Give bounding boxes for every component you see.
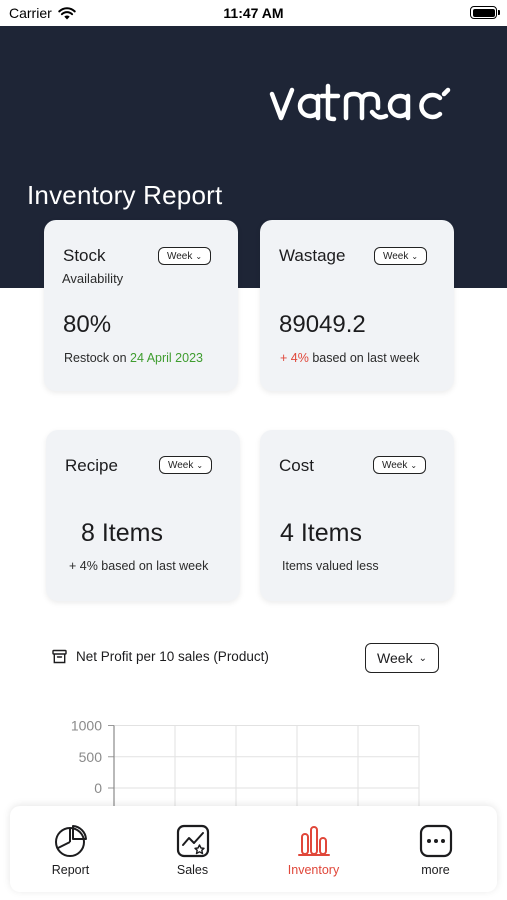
stock-card-subtitle: Availability [62, 271, 124, 286]
recipe-note: + 4% based on last week [69, 559, 209, 573]
chart-y-tick-label: 0 [94, 780, 102, 796]
cost-card[interactable]: Cost Week ⌄ 4 Items Items valued less [260, 430, 454, 601]
stock-card-title: Stock [63, 246, 106, 265]
tab-sales-label: Sales [176, 863, 209, 877]
battery-tip [498, 10, 500, 15]
stock-period-label: Week [166, 250, 193, 262]
archive-box-icon [52, 649, 67, 664]
tab-inventory-label: Inventory [287, 863, 340, 877]
stock-value: 80% [63, 311, 112, 338]
wastage-period-dropdown[interactable]: Week ⌄ [374, 247, 427, 265]
chart-y-tick-label: 500 [79, 749, 103, 765]
chevron-down-icon: ⌄ [195, 251, 203, 261]
tab-report-label: Report [51, 863, 90, 877]
battery-level [472, 8, 495, 17]
chevron-down-icon: ⌄ [410, 460, 418, 470]
stock-note-prefix: Restock on [64, 351, 131, 365]
recipe-card[interactable]: Recipe Week ⌄ 8 Items + 4% based on last … [46, 430, 240, 601]
wastage-note-suffix: based on last week [308, 351, 420, 365]
cost-value: 4 Items [280, 519, 362, 547]
chevron-down-icon: ⌄ [411, 251, 419, 261]
cost-note: Items valued less [282, 559, 379, 573]
chart-period-dropdown[interactable]: Week ⌄ [365, 643, 439, 673]
cost-card-title: Cost [279, 456, 314, 475]
chevron-down-icon: ⌄ [196, 460, 204, 470]
cost-period-label: Week [381, 459, 408, 471]
chart-period-label: Week [377, 650, 413, 666]
chevron-down-icon: ⌄ [418, 652, 427, 664]
wastage-change: + 4% [280, 351, 309, 365]
recipe-period-dropdown[interactable]: Week ⌄ [159, 456, 212, 474]
net-profit-chart: 1000 500 0 [71, 718, 420, 806]
status-bar: Carrier 11:47 AM [0, 0, 507, 26]
chart-title-label: Net Profit per 10 sales (Product) [76, 649, 269, 664]
battery-icon [470, 6, 500, 19]
sales-chart-icon [176, 824, 209, 858]
recipe-card-title: Recipe [65, 456, 118, 475]
wastage-period-label: Week [382, 250, 409, 262]
tab-more-label: more [421, 863, 450, 877]
brand-logo-text: vatmac [268, 78, 272, 79]
wastage-card[interactable]: Wastage Week ⌄ 89049.2 + 4% based on last… [260, 220, 454, 391]
pie-chart-icon [54, 825, 87, 857]
stock-period-dropdown[interactable]: Week ⌄ [158, 247, 211, 265]
stock-card[interactable]: Stock Availability Week ⌄ 80% Restock on … [44, 220, 238, 391]
bottom-tab-bar: Report Sales Inventory more [10, 806, 497, 892]
bar-chart-icon [297, 826, 330, 856]
cost-period-dropdown[interactable]: Week ⌄ [373, 456, 426, 474]
brand-logo: vatmac [268, 78, 451, 122]
recipe-value: 8 Items [81, 519, 163, 547]
chart-y-tick-label: 1000 [71, 718, 102, 734]
page-title: Inventory Report [27, 180, 223, 210]
wastage-value: 89049.2 [279, 311, 366, 338]
chart-title: Net Profit per 10 sales (Product) [52, 649, 269, 664]
stock-note: Restock on 24 April 2023 [64, 351, 203, 365]
restock-date: 24 April 2023 [130, 351, 203, 365]
wastage-card-title: Wastage [279, 246, 346, 265]
clock: 11:47 AM [223, 5, 284, 21]
recipe-period-label: Week [167, 459, 194, 471]
tab-sales[interactable]: Sales [132, 806, 253, 892]
tab-inventory[interactable]: Inventory [253, 806, 374, 892]
tab-report[interactable]: Report [10, 806, 131, 892]
wastage-note: + 4% based on last week [280, 351, 419, 365]
tab-more[interactable]: more [375, 806, 496, 892]
more-dots-icon [419, 824, 452, 858]
